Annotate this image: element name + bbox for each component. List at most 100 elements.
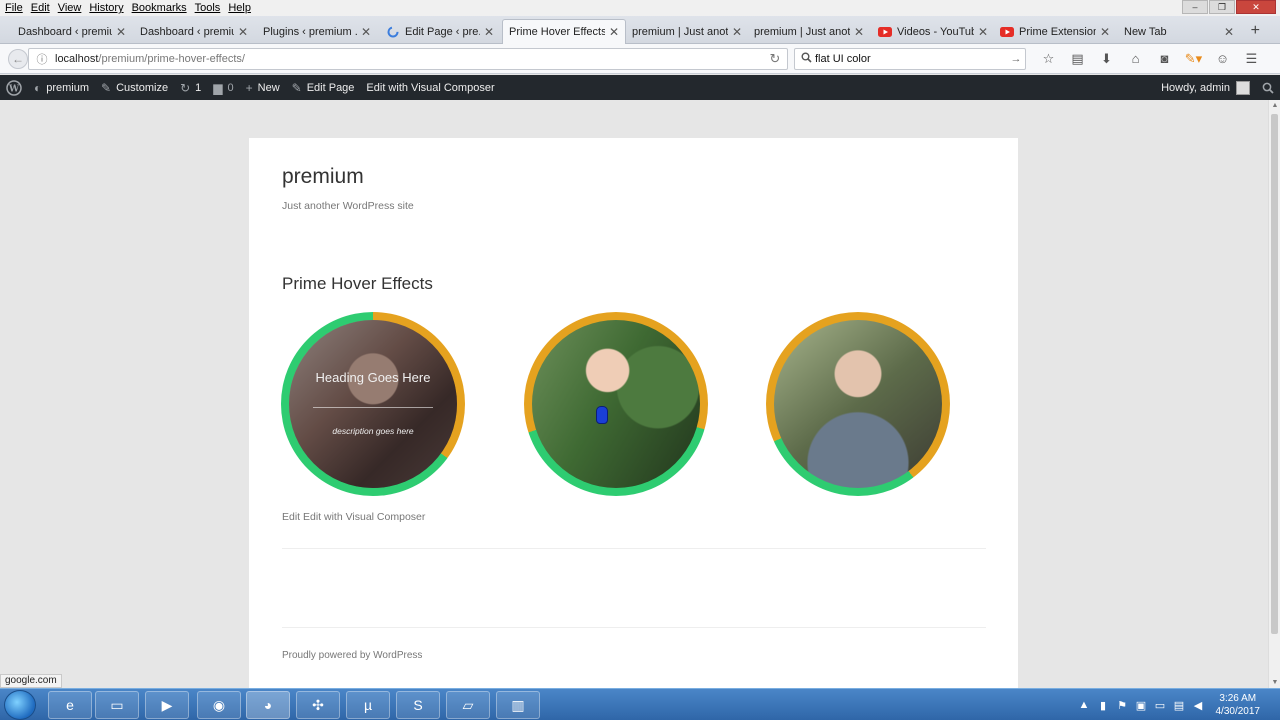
extension-icon[interactable]: ✎▾: [1179, 49, 1208, 69]
notepad-icon[interactable]: ▱: [446, 691, 490, 719]
tab-prime-hover-effects[interactable]: Prime Hover Effects ... ✕: [502, 19, 626, 44]
tab-plugins[interactable]: Plugins ‹ premium ... ✕: [257, 19, 377, 44]
tab-close-icon[interactable]: ✕: [361, 25, 371, 39]
screen-capture-icon[interactable]: ✣: [296, 691, 340, 719]
divider: [282, 548, 986, 549]
status-bar: google.com: [0, 674, 62, 688]
tab-label: Plugins ‹ premium ...: [263, 25, 357, 38]
comments-count: 0: [227, 81, 234, 94]
media-player-icon[interactable]: ▶: [145, 691, 189, 719]
menu-edit[interactable]: Edit: [27, 2, 54, 14]
file-explorer-icon[interactable]: ▭: [95, 691, 139, 719]
home-icon[interactable]: ⌂: [1121, 49, 1150, 69]
bookmarks-menu-icon[interactable]: ▤: [1063, 49, 1092, 69]
back-arrow-icon[interactable]: ←: [8, 49, 28, 69]
admin-bar-updates[interactable]: ↻ 1: [174, 75, 207, 100]
tab-close-icon[interactable]: ✕: [978, 25, 988, 39]
tab-youtube[interactable]: Videos - YouTube ✕: [872, 19, 994, 44]
tab-label: premium | Just anot...: [632, 25, 728, 38]
network-icon[interactable]: ▤: [1170, 699, 1189, 712]
tab-close-icon[interactable]: ✕: [484, 25, 494, 39]
tab-dashboard-1[interactable]: Dashboard ‹ premiu... ✕: [12, 19, 132, 44]
scrollbar-thumb[interactable]: [1271, 114, 1278, 634]
tray-app-icon[interactable]: ▮: [1094, 699, 1113, 712]
admin-bar-comments[interactable]: ▆ 0: [207, 75, 239, 100]
show-hidden-icons-icon[interactable]: ▲: [1075, 699, 1094, 711]
reload-icon[interactable]: ↻: [763, 51, 787, 67]
divider: [282, 627, 986, 628]
menu-bar: File Edit View History Bookmarks Tools H…: [0, 0, 1280, 16]
admin-bar-search-icon[interactable]: [1256, 75, 1280, 100]
tab-premium-1[interactable]: premium | Just anot... ✕: [626, 19, 748, 44]
tab-close-icon[interactable]: ✕: [238, 25, 248, 39]
hover-effect-circle-3[interactable]: [766, 312, 950, 496]
url-text[interactable]: localhost/premium/prime-hover-effects/: [55, 53, 763, 65]
url-path: /premium/prime-hover-effects/: [98, 53, 245, 65]
edit-links[interactable]: Edit Edit with Visual Composer: [282, 511, 425, 523]
site-title[interactable]: premium: [282, 165, 364, 189]
hover-effect-circle-2[interactable]: [524, 312, 708, 496]
internet-explorer-icon[interactable]: e: [48, 691, 92, 719]
site-info-icon[interactable]: ⓘ: [33, 51, 51, 67]
menu-view[interactable]: View: [54, 2, 86, 14]
admin-bar-edit-page[interactable]: ✎ Edit Page: [286, 75, 361, 100]
plus-icon: +: [245, 80, 253, 95]
tab-close-icon[interactable]: ✕: [732, 25, 742, 39]
page-scrollbar[interactable]: ▲ ▼: [1268, 100, 1280, 688]
tab-prime-extension[interactable]: Prime Extension... ✕: [994, 19, 1116, 44]
chat-icon[interactable]: ☺: [1208, 49, 1237, 69]
tab-new-tab[interactable]: New Tab ✕: [1118, 19, 1240, 44]
tray-monitor-icon[interactable]: ▭: [1151, 699, 1170, 712]
restore-icon[interactable]: ❐: [1209, 0, 1235, 14]
menu-bookmarks[interactable]: Bookmarks: [128, 2, 191, 14]
search-bar[interactable]: flat UI color →: [794, 48, 1026, 70]
firefox-icon[interactable]: ◕: [246, 691, 290, 719]
tray-device-icon[interactable]: ▣: [1132, 699, 1151, 712]
minimize-icon[interactable]: –: [1182, 0, 1208, 14]
recording-app-icon[interactable]: ▥: [496, 691, 540, 719]
footer-credit[interactable]: Proudly powered by WordPress: [282, 650, 422, 661]
menu-tools[interactable]: Tools: [191, 2, 225, 14]
url-host: localhost: [55, 53, 99, 65]
tab-dashboard-2[interactable]: Dashboard ‹ premiu... ✕: [134, 19, 254, 44]
admin-bar-my-account[interactable]: Howdy, admin: [1155, 75, 1256, 100]
tab-close-icon[interactable]: ✕: [116, 25, 126, 39]
volume-icon[interactable]: ◀: [1189, 699, 1208, 712]
tab-close-icon[interactable]: ✕: [854, 25, 864, 39]
admin-bar-new[interactable]: + New: [240, 75, 286, 100]
hover-effect-circle-1[interactable]: Heading Goes Here description goes here: [281, 312, 465, 496]
menu-history[interactable]: History: [85, 2, 127, 14]
tab-label: Dashboard ‹ premiu...: [18, 25, 112, 38]
hamburger-menu-icon[interactable]: ☰: [1237, 49, 1266, 69]
admin-bar-edit-visual-composer[interactable]: Edit with Visual Composer: [360, 75, 500, 100]
menu-help[interactable]: Help: [224, 2, 255, 14]
tab-close-icon[interactable]: ✕: [1224, 25, 1234, 39]
portrait-image-3: [774, 320, 942, 488]
bookmark-star-icon[interactable]: ☆: [1034, 49, 1063, 69]
admin-bar-site[interactable]: ◐ premium: [28, 75, 95, 100]
new-tab-plus-icon[interactable]: +: [1251, 22, 1260, 40]
scroll-down-arrow-icon[interactable]: ▼: [1269, 679, 1280, 686]
menu-file[interactable]: File: [0, 2, 27, 14]
scroll-up-arrow-icon[interactable]: ▲: [1269, 102, 1280, 109]
windows-start-icon[interactable]: [4, 690, 36, 720]
tab-close-icon[interactable]: ✕: [1100, 25, 1110, 39]
wp-admin-bar: W ◐ premium ✎ Customize ↻ 1 ▆ 0 + New ✎ …: [0, 75, 1280, 100]
search-input[interactable]: flat UI color: [815, 53, 1007, 65]
close-window-icon[interactable]: ✕: [1236, 0, 1276, 14]
address-bar[interactable]: ⓘ localhost/premium/prime-hover-effects/…: [28, 48, 788, 70]
pocket-icon[interactable]: ◙: [1150, 49, 1179, 69]
edit-page-label: Edit Page: [306, 81, 355, 94]
search-go-arrow-icon[interactable]: →: [1007, 53, 1025, 65]
tab-premium-2[interactable]: premium | Just anot... ✕: [748, 19, 870, 44]
tab-close-icon[interactable]: ✕: [609, 25, 619, 39]
action-center-flag-icon[interactable]: ⚑: [1113, 699, 1132, 712]
wordpress-logo-icon[interactable]: W: [0, 75, 28, 100]
utorrent-icon[interactable]: µ: [346, 691, 390, 719]
clock[interactable]: 3:26 AM 4/30/2017: [1216, 692, 1261, 718]
skype-icon[interactable]: S: [396, 691, 440, 719]
tab-edit-page[interactable]: Edit Page ‹ pre... ✕: [380, 19, 500, 44]
chrome-icon[interactable]: ◉: [197, 691, 241, 719]
admin-bar-customize[interactable]: ✎ Customize: [95, 75, 174, 100]
download-icon[interactable]: ⬇: [1092, 49, 1121, 69]
